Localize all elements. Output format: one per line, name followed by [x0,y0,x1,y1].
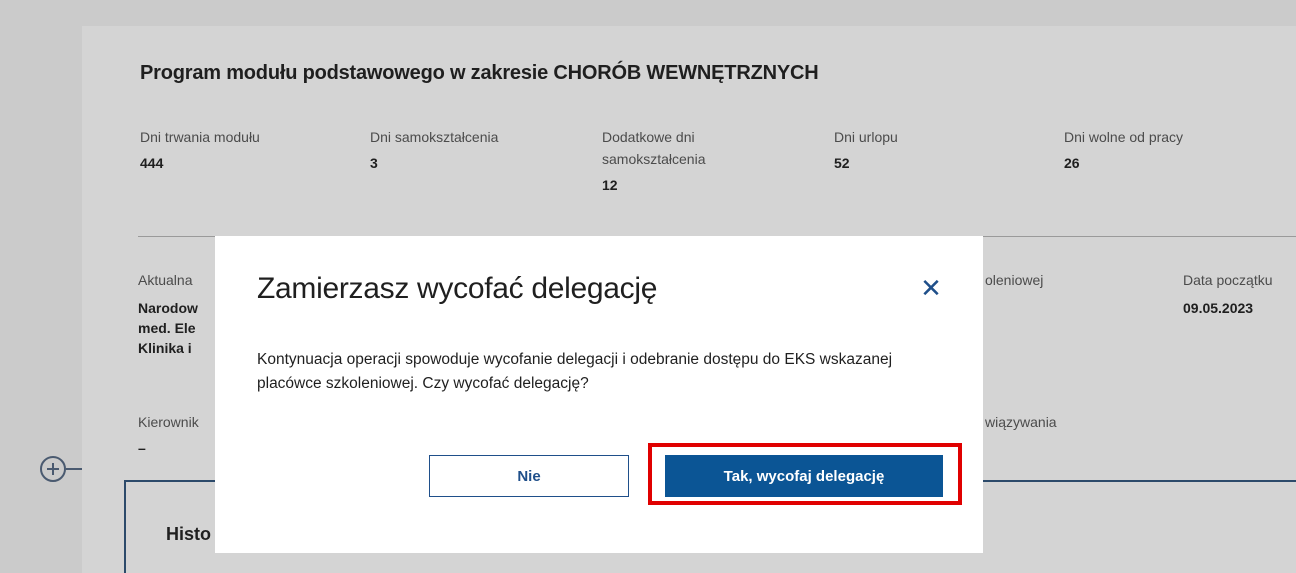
history-title: Histo [166,524,211,544]
start-date-label: Data początku [1183,272,1273,288]
stat-value: 52 [834,155,850,171]
binding-label: wiązywania [985,414,1057,430]
stat-value: 26 [1064,155,1080,171]
stat-days-off: Dni wolne od pracy 26 [1064,126,1183,174]
manager-value: – [138,440,146,456]
stat-value: 12 [602,177,618,193]
training-label: oleniowej [985,272,1044,288]
cancel-button[interactable]: Nie [429,455,629,497]
stat-label: Dni trwania modułu [140,129,260,145]
stat-label: Dni samokształcenia [370,129,499,145]
dialog-message: Kontynuacja operacji spowoduje wycofanie… [257,351,893,392]
start-date-value: 09.05.2023 [1183,300,1254,316]
stat-value: 3 [370,155,378,171]
stat-module-days: Dni trwania modułu 444 [140,126,260,174]
stat-vacation-days: Dni urlopu 52 [834,126,898,174]
stat-label: Dni wolne od pracy [1064,129,1184,145]
withdraw-delegation-dialog: Zamierzasz wycofać delegację ✕ Kontynuac… [215,236,983,553]
stat-label: Dodatkowe dni samokształcenia [602,129,706,167]
timeline-connector [66,468,82,470]
stat-self-study-days: Dni samokształcenia 3 [370,126,498,174]
close-icon[interactable]: ✕ [915,272,947,304]
highlight-annotation [648,443,962,505]
dialog-title: Zamierzasz wycofać delegację [257,272,658,305]
section-title: Program modułu podstawowego w zakresie C… [140,62,819,84]
manager-label: Kierownik [138,414,199,430]
current-line-2: med. Ele [138,320,196,336]
current-label: Aktualna [138,272,193,288]
current-line-3: Klinika i [138,340,192,356]
current-line-1: Narodow [138,300,198,316]
stat-value: 444 [140,155,164,171]
stat-extra-self-study-days: Dodatkowe dni samokształcenia 12 [602,126,752,196]
add-circle-icon[interactable] [40,456,66,482]
stat-label: Dni urlopu [834,129,898,145]
